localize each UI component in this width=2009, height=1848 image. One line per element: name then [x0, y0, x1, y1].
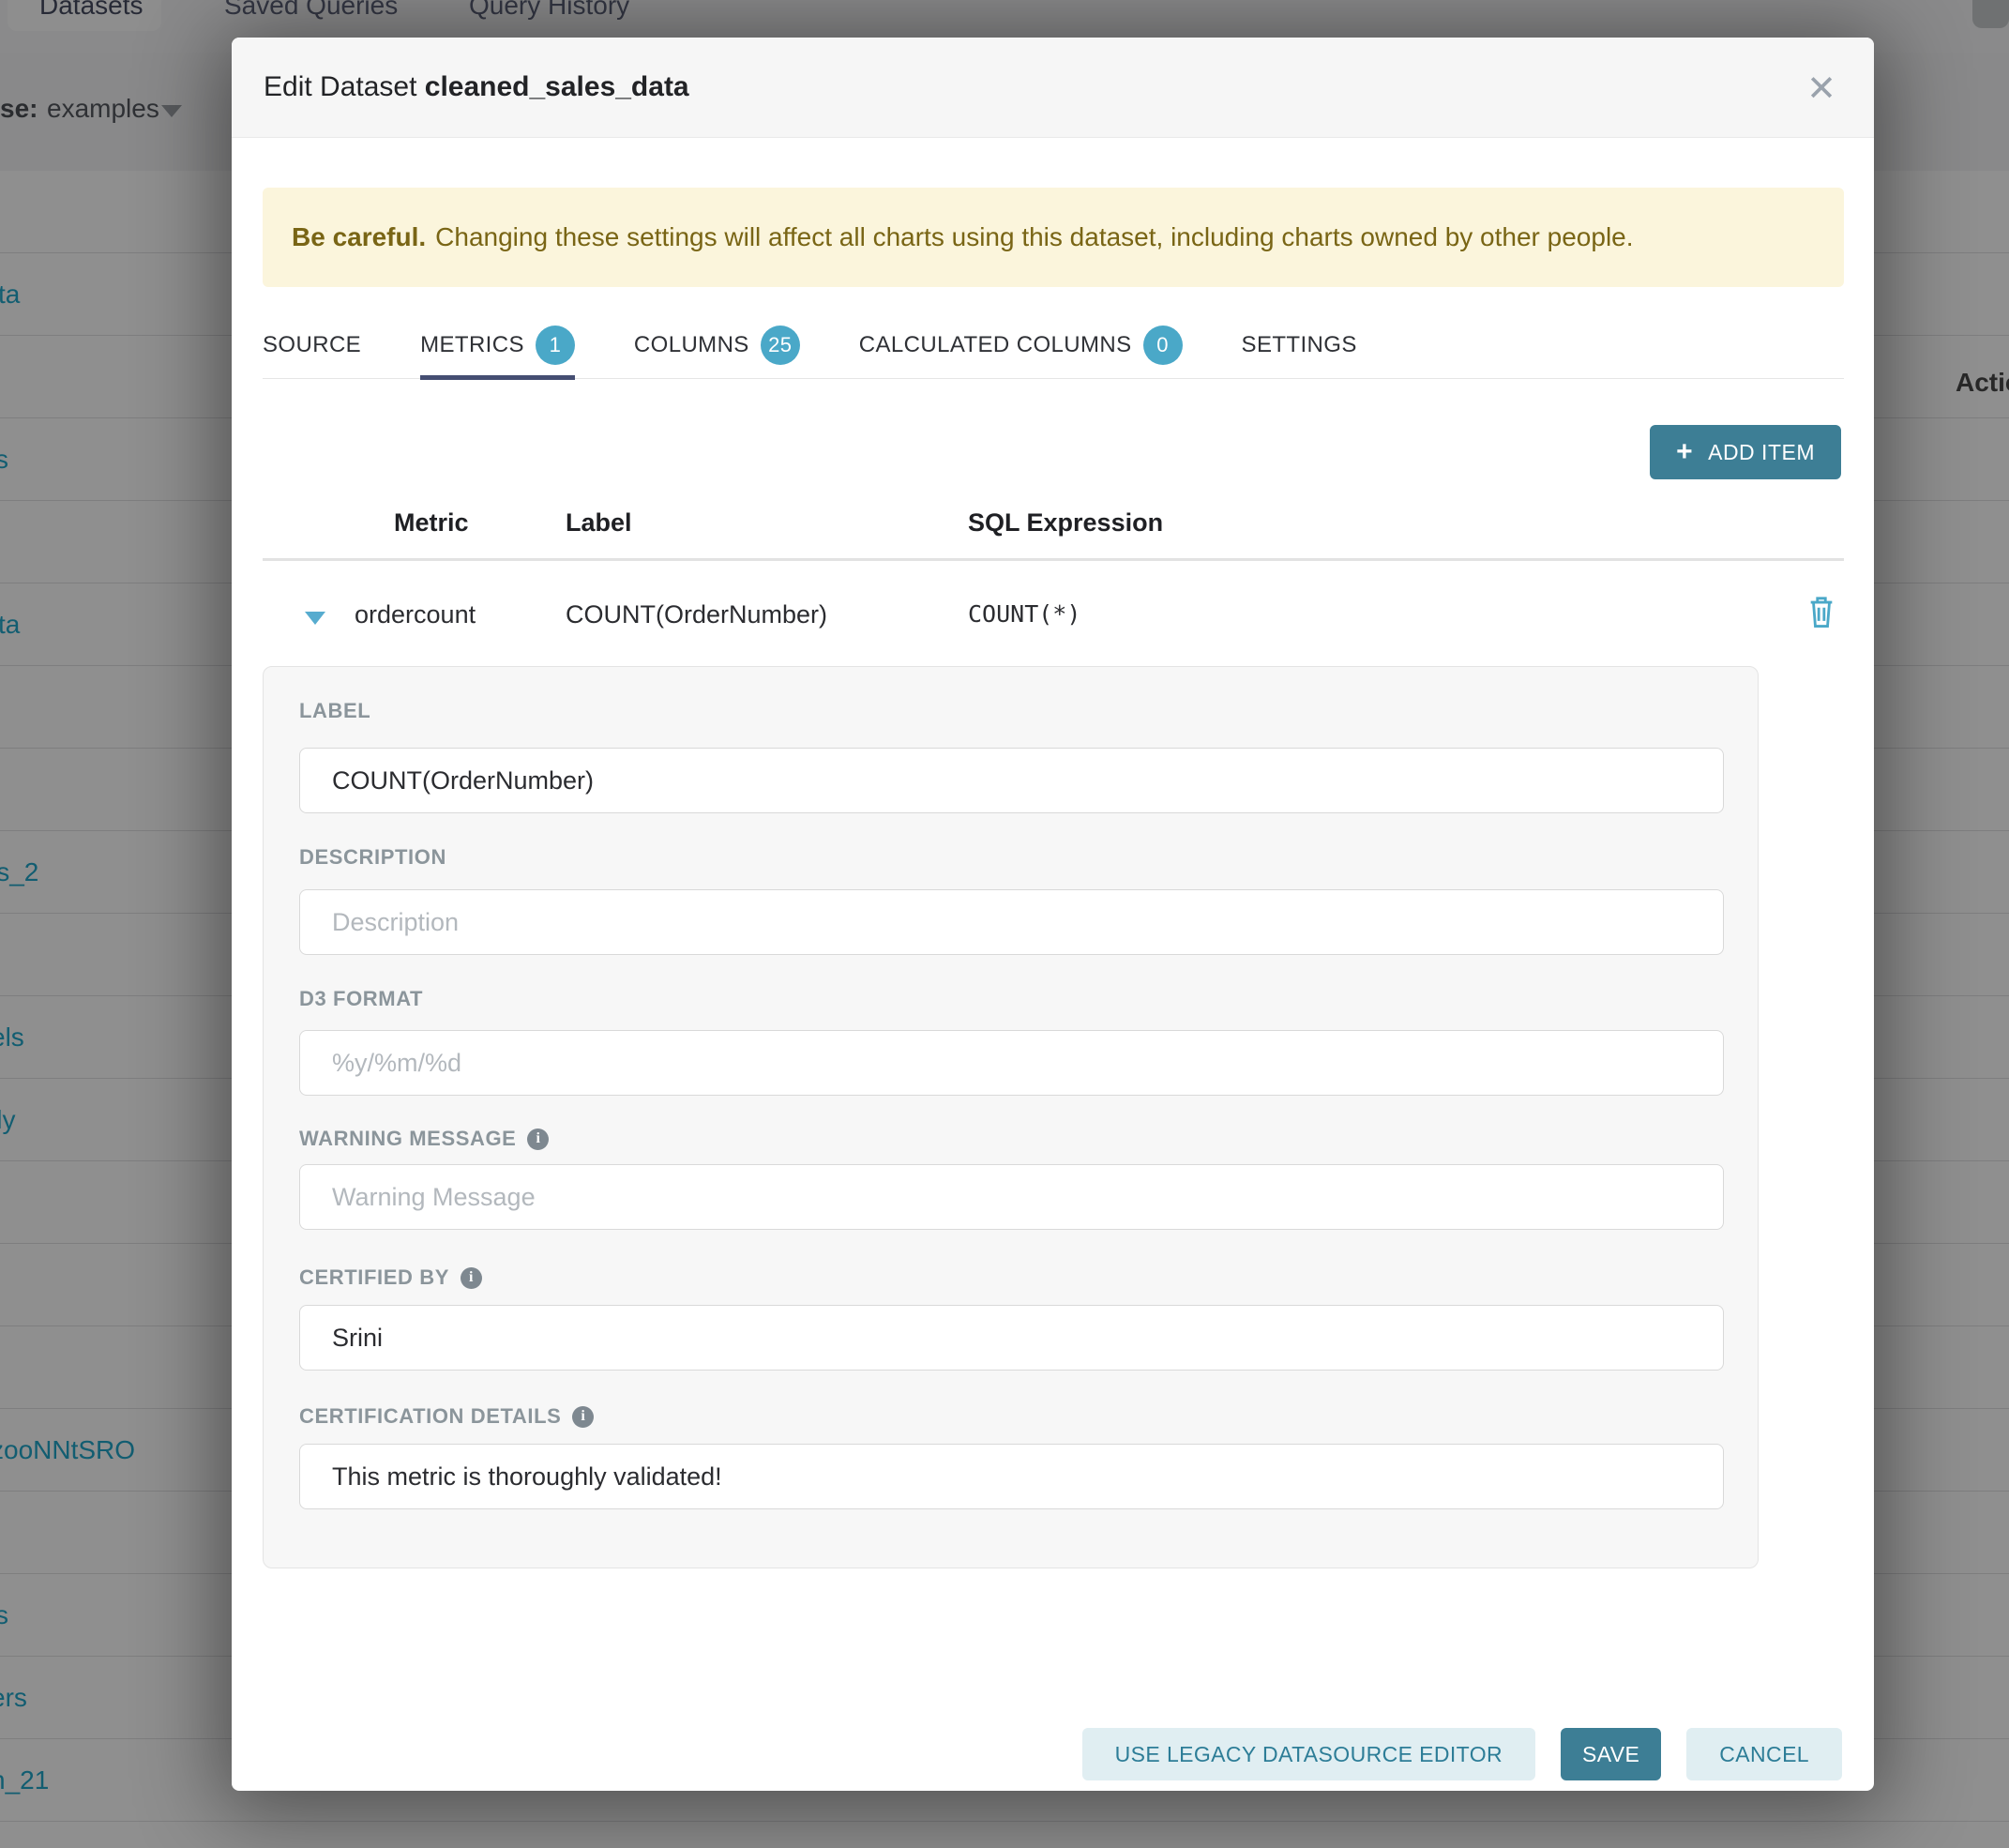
- label-field-label-text: LABEL: [299, 699, 370, 723]
- description-field-label: DESCRIPTION: [299, 845, 446, 870]
- modal-title: Edit Dataset cleaned_sales_data: [232, 71, 689, 103]
- d3-format-field-label: D3 FORMAT: [299, 987, 423, 1011]
- warning-banner: Be careful. Changing these settings will…: [263, 188, 1844, 287]
- tab-calculated-columns[interactable]: CALCULATED COLUMNS 0: [859, 311, 1183, 379]
- metric-sql-cell: COUNT(*): [968, 600, 1080, 628]
- warning-message-field-label: WARNING MESSAGE i: [299, 1127, 549, 1151]
- close-icon[interactable]: ✕: [1797, 64, 1846, 113]
- modal-header: Edit Dataset cleaned_sales_data ✕: [232, 38, 1874, 138]
- modal-tabs: SOURCE METRICS 1 COLUMNS 25 CALCULATED C…: [263, 311, 1844, 379]
- tab-columns[interactable]: COLUMNS 25: [634, 311, 800, 379]
- save-button[interactable]: SAVE: [1561, 1728, 1661, 1780]
- metrics-count-badge: 1: [536, 326, 575, 365]
- tab-source-label: SOURCE: [263, 332, 361, 358]
- info-icon[interactable]: i: [461, 1267, 482, 1289]
- certification-details-field-label-text: CERTIFICATION DETAILS: [299, 1404, 561, 1429]
- certification-details-field-label: CERTIFICATION DETAILS i: [299, 1404, 594, 1429]
- use-legacy-datasource-editor-button[interactable]: USE LEGACY DATASOURCE EDITOR: [1082, 1728, 1535, 1780]
- metric-label-cell: COUNT(OrderNumber): [566, 600, 827, 629]
- label-field-input[interactable]: [299, 748, 1724, 813]
- column-header-sql-expression: SQL Expression: [968, 508, 1163, 538]
- tab-settings-label: SETTINGS: [1242, 332, 1357, 358]
- tab-settings[interactable]: SETTINGS: [1242, 311, 1357, 379]
- tab-calculated-columns-label: CALCULATED COLUMNS: [859, 332, 1132, 358]
- certification-details-field-input[interactable]: [299, 1444, 1724, 1509]
- modal-title-dataset-name: cleaned_sales_data: [425, 71, 689, 102]
- description-field-input[interactable]: [299, 889, 1724, 955]
- certified-by-field-input[interactable]: [299, 1305, 1724, 1371]
- delete-metric-trash-icon[interactable]: [1805, 593, 1837, 630]
- calculated-columns-count-badge: 0: [1143, 326, 1183, 365]
- certified-by-field-label-text: CERTIFIED BY: [299, 1265, 449, 1290]
- info-icon[interactable]: i: [572, 1406, 594, 1428]
- warning-message-field-input[interactable]: [299, 1164, 1724, 1230]
- tab-metrics[interactable]: METRICS 1: [420, 311, 575, 379]
- column-header-label: Label: [566, 508, 632, 538]
- tab-source[interactable]: SOURCE: [263, 311, 361, 379]
- collapse-caret-icon[interactable]: [305, 612, 325, 625]
- warning-banner-text: Changing these settings will affect all …: [435, 222, 1633, 252]
- warning-banner-bold: Be careful.: [292, 222, 426, 252]
- warning-message-field-label-text: WARNING MESSAGE: [299, 1127, 516, 1151]
- table-header-divider: [263, 558, 1844, 561]
- add-item-label: ADD ITEM: [1708, 440, 1815, 465]
- add-item-button[interactable]: + ADD ITEM: [1650, 425, 1841, 479]
- edit-dataset-modal: Edit Dataset cleaned_sales_data ✕ Be car…: [232, 38, 1874, 1791]
- info-icon[interactable]: i: [527, 1128, 549, 1150]
- description-field-label-text: DESCRIPTION: [299, 845, 446, 870]
- plus-icon: +: [1676, 438, 1693, 466]
- label-field-label: LABEL: [299, 699, 370, 723]
- metric-detail-panel: LABEL DESCRIPTION D3 FORMAT WARNING MESS…: [263, 666, 1759, 1568]
- tab-columns-label: COLUMNS: [634, 332, 749, 358]
- metric-name-cell: ordercount: [355, 600, 476, 629]
- d3-format-field-input[interactable]: [299, 1030, 1724, 1096]
- columns-count-badge: 25: [761, 326, 800, 365]
- column-header-metric: Metric: [394, 508, 469, 538]
- modal-title-prefix: Edit Dataset: [264, 71, 425, 102]
- modal-footer: USE LEGACY DATASOURCE EDITOR SAVE CANCEL: [232, 1728, 1874, 1780]
- tab-metrics-label: METRICS: [420, 332, 524, 358]
- cancel-button[interactable]: CANCEL: [1686, 1728, 1842, 1780]
- certified-by-field-label: CERTIFIED BY i: [299, 1265, 482, 1290]
- d3-format-field-label-text: D3 FORMAT: [299, 987, 423, 1011]
